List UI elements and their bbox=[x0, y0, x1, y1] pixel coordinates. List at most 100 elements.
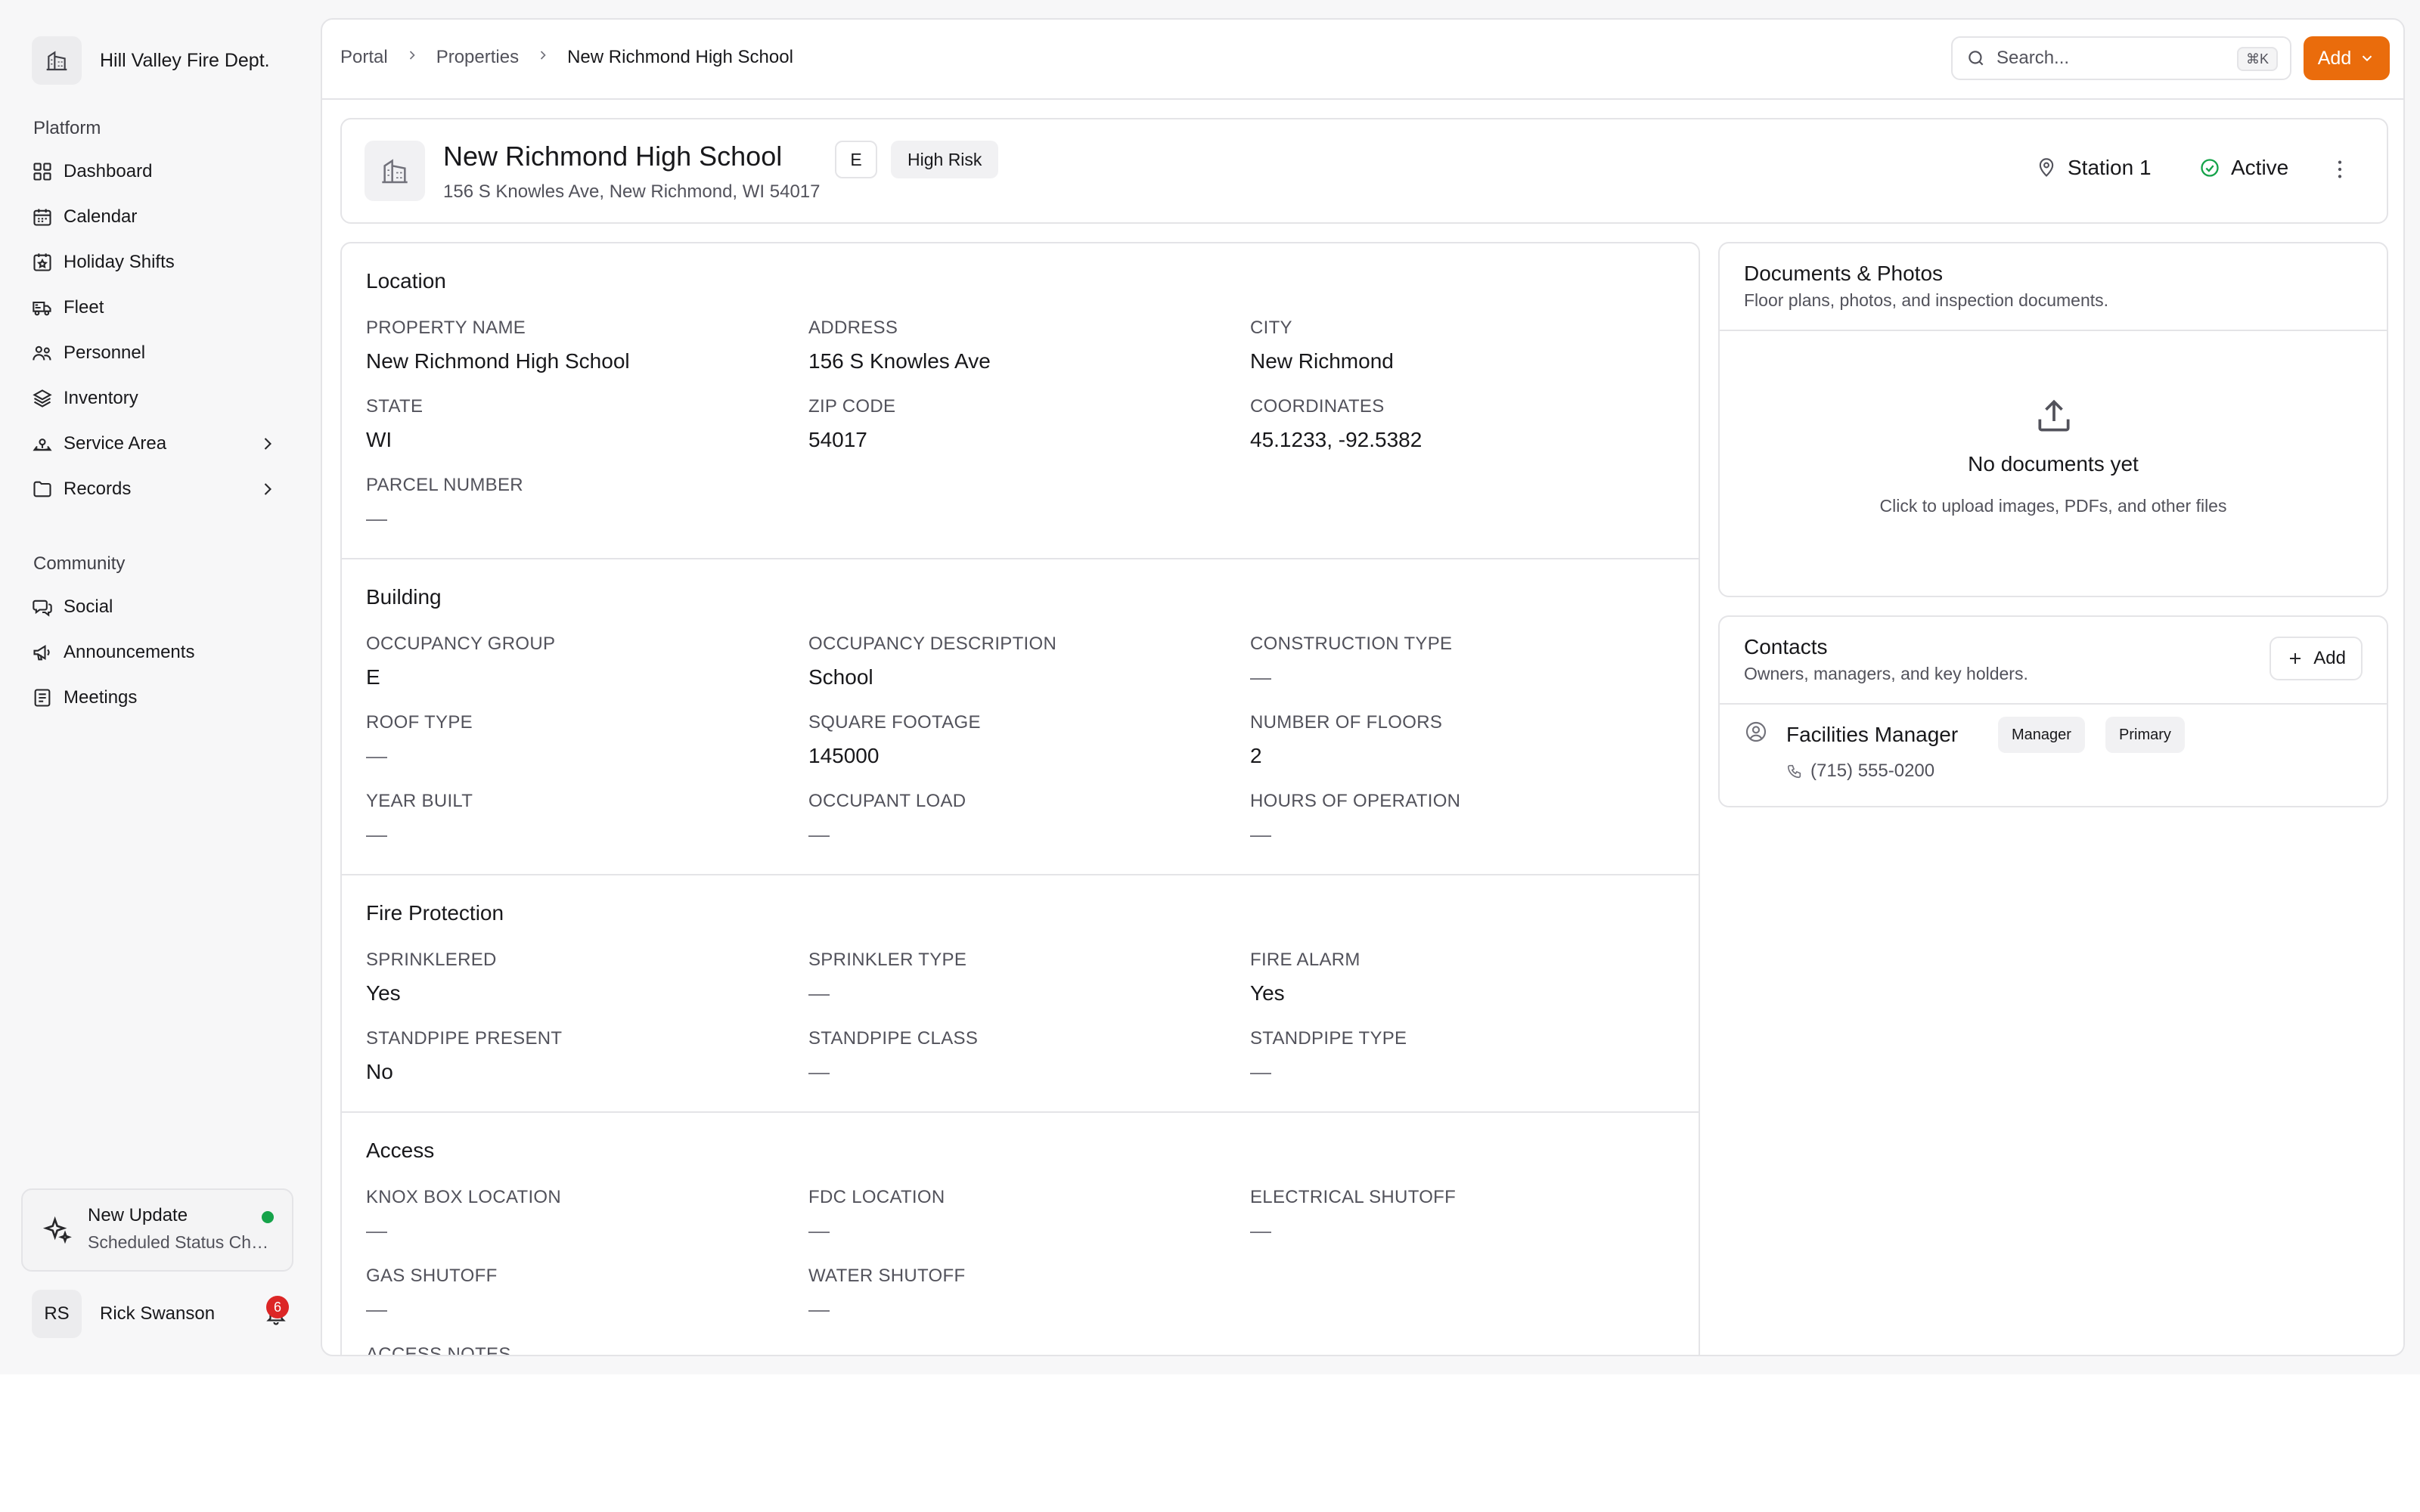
truck-icon bbox=[33, 301, 51, 316]
field-label: PROPERTY NAME bbox=[366, 318, 526, 338]
field-electrical-shutoff: ELECTRICAL SHUTOFF — bbox=[1250, 1187, 1674, 1243]
field-hours-of-operation: HOURS OF OPERATION — bbox=[1250, 791, 1674, 847]
field-square-footage: SQUARE FOOTAGE 145000 bbox=[808, 712, 1232, 768]
property-header: New Richmond High School 156 S Knowles A… bbox=[340, 118, 2388, 224]
add-contact-button[interactable]: Add bbox=[2270, 637, 2363, 680]
breadcrumb-properties[interactable]: Properties bbox=[436, 47, 519, 68]
field-address: ADDRESS 156 S Knowles Ave bbox=[808, 318, 1232, 373]
building-icon bbox=[32, 36, 82, 85]
search-input[interactable] bbox=[1996, 48, 2223, 69]
station-label: Station 1 bbox=[2068, 156, 2152, 179]
breadcrumb-portal[interactable]: Portal bbox=[340, 47, 388, 68]
contact-phone-number: (715) 555-0200 bbox=[1810, 761, 1935, 781]
main-panel: Portal Properties New Richmond High Scho… bbox=[321, 18, 2405, 1356]
documents-subtitle: Floor plans, photos, and inspection docu… bbox=[1744, 290, 2109, 310]
search-box[interactable]: ⌘K bbox=[1951, 36, 2291, 80]
sidebar-item-label: Meetings bbox=[64, 687, 138, 708]
field-value: — bbox=[366, 1297, 387, 1321]
property-address: 156 S Knowles Ave, New Richmond, WI 5401… bbox=[443, 181, 821, 202]
community-nav: Social Announcements Meetings bbox=[32, 584, 289, 720]
user-menu[interactable]: RS Rick Swanson 6 bbox=[32, 1290, 296, 1338]
sidebar-item-fleet[interactable]: Fleet bbox=[32, 285, 289, 330]
sidebar: Hill Valley Fire Dept. Platform Dashboar… bbox=[0, 0, 310, 1374]
field-value: WI bbox=[366, 428, 392, 451]
update-notice[interactable]: New Update Scheduled Status Changes bbox=[21, 1188, 293, 1272]
map-icon bbox=[33, 438, 52, 451]
documents-card: Documents & Photos Floor plans, photos, … bbox=[1718, 242, 2388, 597]
field-occupancy-group: OCCUPANCY GROUP E bbox=[366, 634, 790, 689]
phone-icon bbox=[1787, 764, 1801, 779]
status-label: Active bbox=[2231, 156, 2289, 179]
update-title: New Update bbox=[88, 1205, 188, 1225]
chevron-right-icon bbox=[405, 47, 420, 68]
chevron-down-icon bbox=[2363, 55, 2372, 62]
sidebar-item-announcements[interactable]: Announcements bbox=[32, 630, 289, 675]
section-title: Location bbox=[366, 269, 446, 293]
sidebar-item-service-area[interactable]: Service Area bbox=[32, 421, 289, 466]
field-value: Yes bbox=[1250, 981, 1285, 1005]
field-value: — bbox=[366, 507, 387, 530]
upload-dropzone[interactable]: No documents yet Click to upload images,… bbox=[1720, 331, 2387, 596]
field-state: STATE WI bbox=[366, 396, 790, 452]
occupancy-badge: E bbox=[835, 141, 877, 178]
field-coordinates: COORDINATES 45.1233, -92.5382 bbox=[1250, 396, 1674, 452]
sidebar-item-label: Records bbox=[64, 479, 132, 499]
field-label: WATER SHUTOFF bbox=[808, 1266, 966, 1286]
field-label: CITY bbox=[1250, 318, 1292, 338]
status-dot bbox=[262, 1211, 274, 1223]
sidebar-item-inventory[interactable]: Inventory bbox=[32, 376, 289, 421]
field-standpipe-type: STANDPIPE TYPE — bbox=[1250, 1028, 1674, 1084]
empty-state-subtitle: Click to upload images, PDFs, and other … bbox=[1879, 496, 2227, 516]
field-label: OCCUPANT LOAD bbox=[808, 791, 966, 811]
field-value: — bbox=[366, 823, 387, 846]
station-link[interactable]: Station 1 bbox=[2036, 156, 2152, 180]
more-actions-button[interactable] bbox=[2328, 157, 2352, 187]
field-standpipe-present: STANDPIPE PRESENT No bbox=[366, 1028, 790, 1084]
app-shell: Hill Valley Fire Dept. Platform Dashboar… bbox=[0, 0, 2420, 1374]
contact-phone[interactable]: (715) 555-0200 bbox=[1786, 761, 1934, 782]
access-section: Access KNOX BOX LOCATION — FDC LOCATION — … bbox=[342, 1113, 1699, 1355]
field-label: STANDPIPE PRESENT bbox=[366, 1028, 563, 1049]
upload-icon bbox=[2038, 399, 2070, 432]
sidebar-item-label: Dashboard bbox=[64, 161, 153, 181]
field-number-of-floors: NUMBER OF FLOORS 2 bbox=[1250, 712, 1674, 768]
field-access-notes: ACCESS NOTES bbox=[366, 1344, 790, 1355]
field-label: OCCUPANCY DESCRIPTION bbox=[808, 634, 1057, 654]
sidebar-item-records[interactable]: Records bbox=[32, 466, 289, 512]
sidebar-item-calendar[interactable]: Calendar bbox=[32, 194, 289, 240]
notifications-button[interactable]: 6 bbox=[265, 1296, 289, 1331]
plus-icon bbox=[2290, 653, 2301, 664]
platform-group-label: Platform bbox=[33, 118, 101, 138]
field-fdc-location: FDC LOCATION — bbox=[808, 1187, 1232, 1243]
field-value: 54017 bbox=[808, 428, 867, 451]
sidebar-item-dashboard[interactable]: Dashboard bbox=[32, 149, 289, 194]
field-value: 156 S Knowles Ave bbox=[808, 349, 991, 373]
field-value: — bbox=[366, 1219, 387, 1242]
field-value: — bbox=[1250, 1219, 1271, 1242]
breadcrumb: Portal Properties New Richmond High Scho… bbox=[340, 47, 793, 68]
field-value: E bbox=[366, 665, 380, 689]
community-group-label: Community bbox=[33, 553, 126, 574]
search-icon bbox=[1969, 51, 1984, 66]
contacts-title: Contacts bbox=[1744, 635, 1828, 658]
sparkles-icon bbox=[42, 1216, 72, 1244]
org-switcher[interactable]: Hill Valley Fire Dept. bbox=[32, 36, 270, 85]
sidebar-item-label: Social bbox=[64, 596, 113, 617]
sidebar-item-meetings[interactable]: Meetings bbox=[32, 675, 289, 720]
sidebar-item-holiday-shifts[interactable]: Holiday Shifts bbox=[32, 240, 289, 285]
building-section: Building OCCUPANCY GROUP E OCCUPANCY DESC… bbox=[342, 559, 1699, 875]
sidebar-item-personnel[interactable]: Personnel bbox=[32, 330, 289, 376]
field-value: — bbox=[1250, 823, 1271, 846]
field-value: School bbox=[808, 665, 873, 689]
page-title: New Richmond High School bbox=[443, 141, 783, 172]
field-label: HOURS OF OPERATION bbox=[1250, 791, 1461, 811]
field-value: — bbox=[1250, 665, 1271, 689]
section-title: Access bbox=[366, 1139, 435, 1162]
field-roof-type: ROOF TYPE — bbox=[366, 712, 790, 768]
calendar-icon bbox=[33, 209, 51, 226]
add-button[interactable]: Add bbox=[2304, 36, 2390, 80]
field-value: New Richmond bbox=[1250, 349, 1394, 373]
sidebar-item-social[interactable]: Social bbox=[32, 584, 289, 630]
field-label: ELECTRICAL SHUTOFF bbox=[1250, 1187, 1457, 1207]
user-name: Rick Swanson bbox=[100, 1303, 216, 1324]
